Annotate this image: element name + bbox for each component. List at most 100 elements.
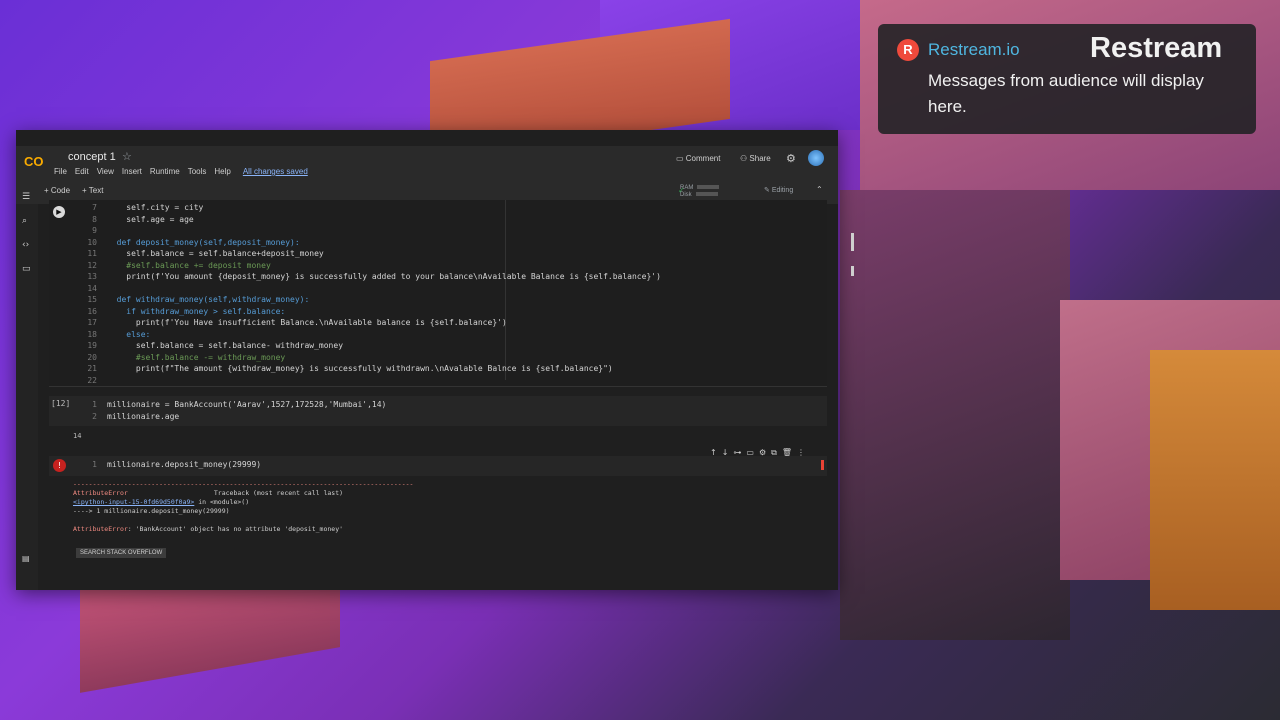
line-number: 9 bbox=[92, 226, 97, 235]
colab-window: CO concept 1 ☆ File Edit View Insert Run… bbox=[16, 130, 854, 590]
restream-message: Messages from audience will display here… bbox=[928, 71, 1204, 116]
traceback-module: in <module>() bbox=[194, 498, 250, 506]
menu-runtime[interactable]: Runtime bbox=[150, 167, 180, 176]
error-run-button[interactable]: ! bbox=[53, 459, 66, 472]
code-line[interactable]: 14 bbox=[79, 283, 661, 295]
code-line[interactable]: 18 else: bbox=[79, 329, 661, 341]
line-number: 18 bbox=[87, 329, 97, 339]
code-text: #self.balance -= withdraw_money bbox=[107, 352, 286, 362]
line-number: 7 bbox=[92, 203, 97, 212]
comment-label: Comment bbox=[685, 154, 721, 163]
add-text-button[interactable]: + Text bbox=[82, 186, 103, 195]
editing-label: Editing bbox=[771, 187, 794, 194]
search-icon[interactable]: ⌕ bbox=[22, 216, 27, 226]
code-line[interactable]: 10 def deposit_money(self,deposit_money)… bbox=[79, 237, 661, 249]
code-line[interactable]: 7 self.city = city bbox=[79, 202, 661, 214]
code-cell[interactable]: [12] 1 millionaire = BankAccount('Aarav',… bbox=[49, 396, 827, 426]
line-number: 17 bbox=[87, 318, 97, 327]
menu-insert[interactable]: Insert bbox=[122, 167, 142, 176]
menu-file[interactable]: File bbox=[54, 167, 67, 176]
code-snippets-icon[interactable]: ‹› bbox=[22, 240, 29, 250]
line-number: 13 bbox=[87, 272, 97, 281]
code-text: #self.balance += deposit money bbox=[107, 260, 271, 270]
notebook-title[interactable]: concept 1 bbox=[68, 151, 116, 163]
code-text: millionaire.deposit_money(29999) bbox=[107, 460, 262, 469]
colab-logo-icon[interactable]: CO bbox=[24, 154, 48, 169]
code-line[interactable]: 12 #self.balance += deposit money bbox=[79, 260, 661, 272]
menu-tools[interactable]: Tools bbox=[188, 167, 207, 176]
execution-count: [12] bbox=[51, 399, 71, 408]
run-cell-button[interactable]: ▶ bbox=[53, 206, 65, 218]
code-line[interactable]: 9 bbox=[79, 225, 661, 237]
line-number: 22 bbox=[87, 375, 97, 385]
chevron-up-icon[interactable]: ⌃ bbox=[816, 185, 823, 194]
left-sidebar: ☰ ⌕ ‹› ▭ ▤ bbox=[16, 192, 38, 590]
line-number: 1 bbox=[92, 460, 97, 469]
traceback-label: Traceback (most recent call last) bbox=[213, 489, 344, 497]
line-number: 20 bbox=[87, 352, 97, 362]
code-line[interactable]: 22 bbox=[79, 375, 661, 387]
code-text: def deposit_money(self,deposit_money): bbox=[107, 237, 300, 247]
restream-chat-panel: R Restream.io Restream Messages from aud… bbox=[878, 24, 1256, 134]
restream-source: Restream.io bbox=[928, 40, 1020, 59]
menu-help[interactable]: Help bbox=[214, 167, 230, 176]
disk-label: Disk bbox=[680, 192, 692, 198]
code-line[interactable]: 21 print(f"The amount {withdraw_money} i… bbox=[79, 363, 661, 375]
code-text: def withdraw_money(self,withdraw_money): bbox=[107, 295, 310, 304]
menu-edit[interactable]: Edit bbox=[75, 167, 89, 176]
code-line[interactable]: 1 millionaire = BankAccount('Aarav',1527,… bbox=[79, 399, 386, 411]
pencil-icon: ✎ bbox=[764, 187, 772, 194]
cell-output: 14 bbox=[73, 432, 82, 440]
line-number: 19 bbox=[87, 341, 97, 350]
code-line[interactable]: 2 millionaire.age bbox=[79, 411, 386, 423]
colab-header: CO concept 1 ☆ File Edit View Insert Run… bbox=[16, 146, 838, 204]
terminal-icon[interactable]: ▤ bbox=[22, 554, 30, 563]
error-message-name: AttributeError bbox=[73, 525, 128, 533]
background-shape bbox=[1150, 350, 1280, 610]
code-editor[interactable]: 7 self.city = city 8 self.age = age 9 10 de… bbox=[79, 202, 661, 386]
toolbar: + Code + Text bbox=[44, 186, 103, 195]
line-number: 1 bbox=[92, 400, 97, 409]
share-icon: ⚇ bbox=[740, 154, 750, 163]
line-number: 2 bbox=[92, 411, 97, 421]
error-name: AttributeError bbox=[73, 489, 128, 497]
code-text: self.city = city bbox=[107, 203, 204, 212]
code-editor[interactable]: 1 millionaire = BankAccount('Aarav',1527,… bbox=[79, 399, 386, 422]
code-line[interactable]: 13 print(f'You amount {deposit_money} is… bbox=[79, 271, 661, 283]
code-text: print(f"The amount {withdraw_money} is s… bbox=[107, 364, 613, 373]
code-cell[interactable]: ! 1 millionaire.deposit_money(29999) bbox=[49, 456, 827, 476]
restream-brand: Restream bbox=[1090, 32, 1223, 64]
add-code-button[interactable]: + Code bbox=[44, 186, 70, 195]
menu-view[interactable]: View bbox=[97, 167, 114, 176]
editing-mode[interactable]: ✎ Editing bbox=[764, 186, 793, 194]
code-cell[interactable]: ▶ 7 self.city = city 8 self.age = age 9 10 … bbox=[49, 200, 854, 387]
code-line[interactable]: 20 #self.balance -= withdraw_money bbox=[79, 352, 661, 364]
code-line[interactable]: 1 millionaire.deposit_money(29999) bbox=[79, 459, 261, 471]
avatar[interactable] bbox=[808, 150, 824, 166]
gear-icon[interactable]: ⚙ bbox=[786, 152, 796, 165]
folder-icon[interactable]: ▭ bbox=[22, 264, 31, 274]
code-line[interactable]: 17 print(f'You Have insufficient Balance… bbox=[79, 317, 661, 329]
share-button[interactable]: ⚇ Share bbox=[740, 154, 771, 163]
code-text: millionaire.age bbox=[107, 411, 180, 421]
star-icon[interactable]: ☆ bbox=[122, 150, 132, 163]
code-editor[interactable]: 1 millionaire.deposit_money(29999) bbox=[79, 459, 261, 471]
line-number: 11 bbox=[87, 249, 97, 258]
traceback-link[interactable]: <ipython-input-15-0fd69d50f0a9> bbox=[73, 498, 194, 506]
code-text: else: bbox=[107, 329, 151, 339]
save-status[interactable]: All changes saved bbox=[243, 167, 308, 176]
error-message: : 'BankAccount' object has no attribute … bbox=[127, 525, 344, 533]
code-line[interactable]: 11 self.balance = self.balance+deposit_m… bbox=[79, 248, 661, 260]
code-text: self.balance = self.balance+deposit_mone… bbox=[107, 249, 324, 258]
search-stack-overflow-button[interactable]: SEARCH STACK OVERFLOW bbox=[76, 548, 167, 558]
scrollbar[interactable] bbox=[851, 233, 854, 251]
scrollbar[interactable] bbox=[851, 266, 854, 276]
toc-icon[interactable]: ☰ bbox=[22, 192, 30, 202]
line-number: 15 bbox=[87, 295, 97, 304]
resource-monitor[interactable]: RAM Disk bbox=[680, 185, 720, 199]
code-line[interactable]: 16 if withdraw_money > self.balance: bbox=[79, 306, 661, 318]
code-line[interactable]: 8 self.age = age bbox=[79, 214, 661, 226]
comment-button[interactable]: ▭ Comment bbox=[676, 154, 720, 163]
code-line[interactable]: 15 def withdraw_money(self,withdraw_mone… bbox=[79, 294, 661, 306]
code-line[interactable]: 19 self.balance = self.balance- withdraw… bbox=[79, 340, 661, 352]
